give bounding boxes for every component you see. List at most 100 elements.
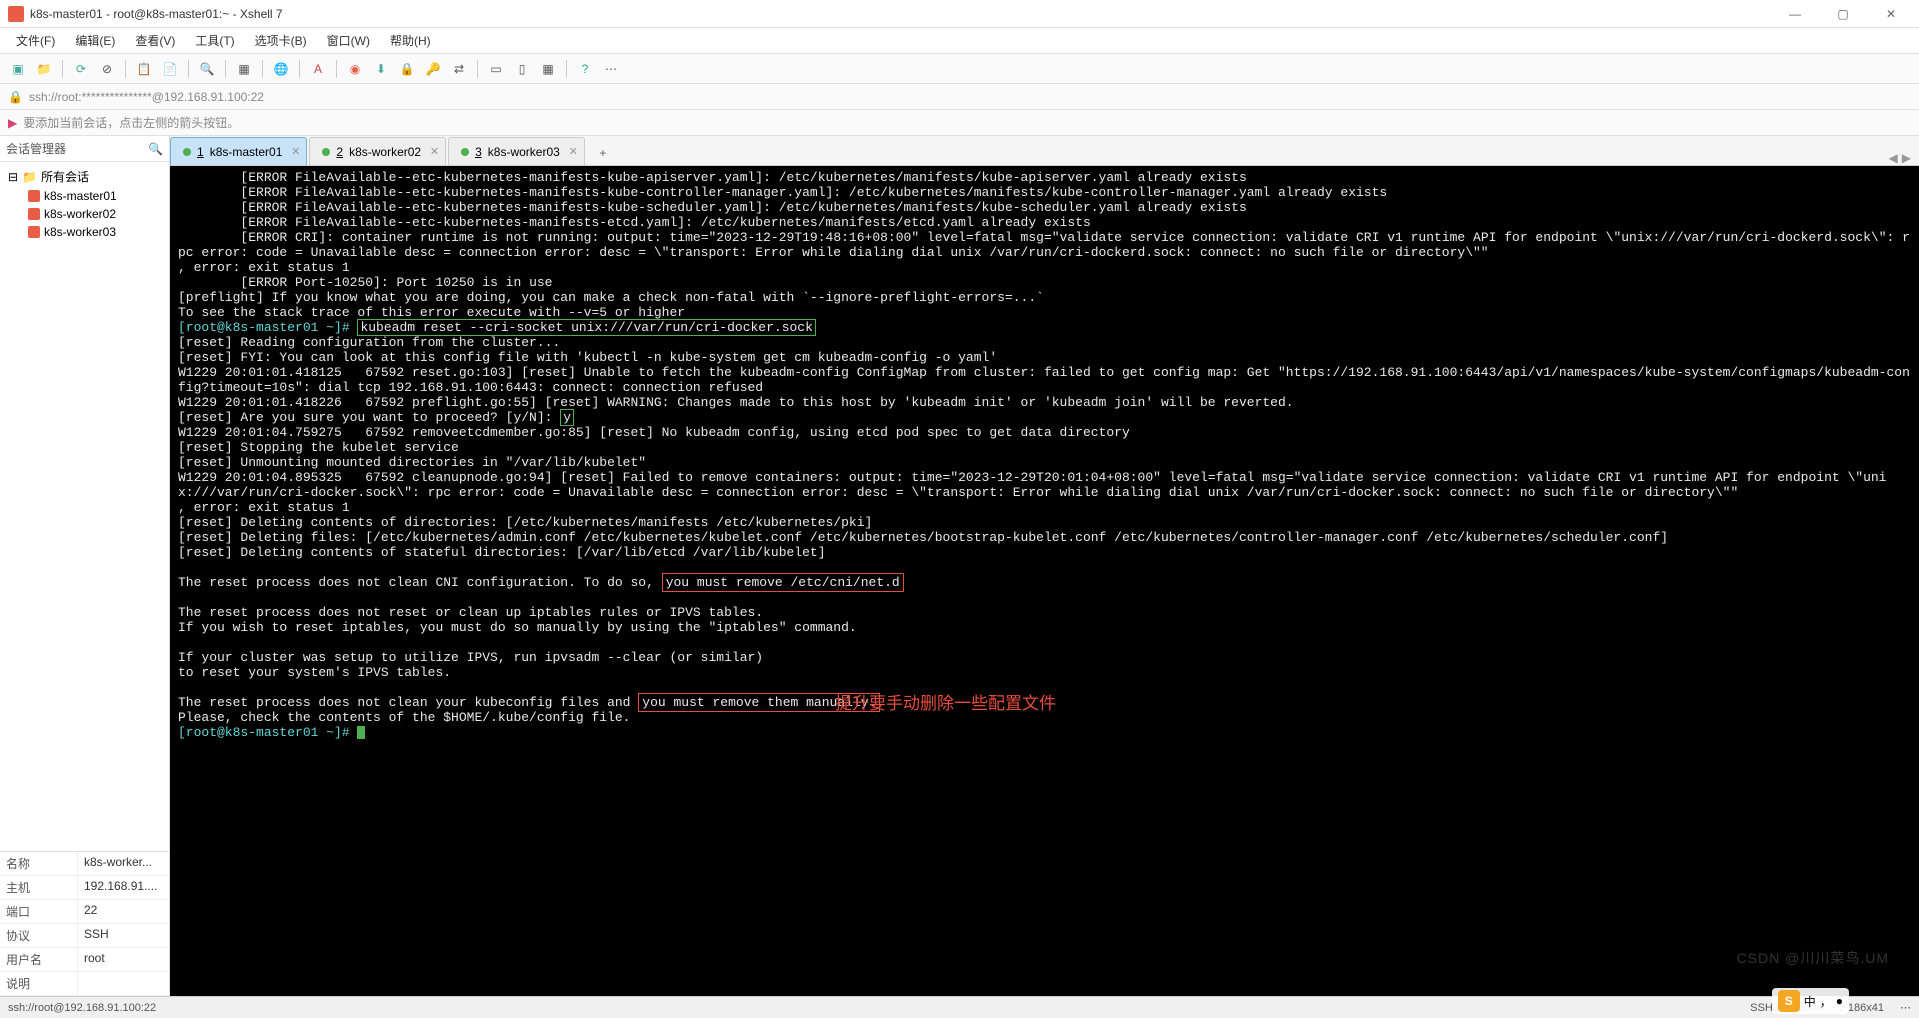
sidebar-title: 会话管理器	[6, 140, 66, 157]
tile-h-icon[interactable]: ▭	[486, 59, 506, 79]
ime-icon[interactable]: S	[1778, 990, 1800, 1012]
font-icon[interactable]: A	[308, 59, 328, 79]
window-title: k8s-master01 - root@k8s-master01:~ - Xsh…	[30, 7, 1775, 21]
prop-value: 22	[78, 900, 169, 923]
flag-icon: ▶	[8, 116, 17, 130]
prop-label: 主机	[0, 876, 78, 899]
menu-bar: 文件(F) 编辑(E) 查看(V) 工具(T) 选项卡(B) 窗口(W) 帮助(…	[0, 28, 1919, 54]
item-label: k8s-worker03	[44, 225, 116, 239]
cursor	[357, 726, 365, 739]
address-bar: 🔒 ssh://root:***************@192.168.91.…	[0, 84, 1919, 110]
prop-value	[78, 972, 169, 995]
terminal[interactable]: [ERROR FileAvailable--etc-kubernetes-man…	[170, 166, 1919, 996]
prop-row: 协议SSH	[0, 924, 169, 948]
status-bar: ssh://root@192.168.91.100:22 SSH2 xterm …	[0, 996, 1919, 1018]
new-session-icon[interactable]: ▣	[8, 59, 28, 79]
tab-label: k8s-master01	[210, 145, 283, 159]
menu-file[interactable]: 文件(F)	[8, 30, 63, 51]
search-icon[interactable]: 🔍	[197, 59, 217, 79]
tab-bar: 1 k8s-master01 ✕ 2 k8s-worker02 ✕ 3 k8s-…	[170, 136, 1919, 166]
folder-icon: 📁	[22, 170, 37, 184]
prop-value: k8s-worker...	[78, 852, 169, 875]
status-dot-icon	[461, 148, 469, 156]
tab-prev-icon[interactable]: ◀	[1889, 151, 1898, 165]
sidebar: 会话管理器 🔍 ⊟ 📁 所有会话 k8s-master01 k8s-worker…	[0, 136, 170, 996]
about-icon[interactable]: ⋯	[601, 59, 621, 79]
close-button[interactable]: ✕	[1871, 4, 1911, 24]
prop-label: 端口	[0, 900, 78, 923]
command-highlight: kubeadm reset --cri-socket unix:///var/r…	[357, 319, 815, 336]
cascade-icon[interactable]: ▦	[538, 59, 558, 79]
content-area: 1 k8s-master01 ✕ 2 k8s-worker02 ✕ 3 k8s-…	[170, 136, 1919, 996]
help-icon[interactable]: ?	[575, 59, 595, 79]
status-dot-icon	[322, 148, 330, 156]
prop-row: 名称k8s-worker...	[0, 852, 169, 876]
tab-close-icon[interactable]: ✕	[291, 145, 300, 158]
prop-value: SSH	[78, 924, 169, 947]
tree-item-master01[interactable]: k8s-master01	[4, 187, 165, 205]
annotation-text: 提升要手动删除一些配置文件	[835, 696, 1056, 711]
tile-v-icon[interactable]: ▯	[512, 59, 532, 79]
menu-tabs[interactable]: 选项卡(B)	[247, 30, 315, 51]
lock-icon: 🔒	[8, 90, 23, 104]
tab-label: k8s-worker02	[349, 145, 421, 159]
status-extra: ⋯	[1900, 1001, 1911, 1014]
key-icon[interactable]: 🔑	[423, 59, 443, 79]
prompt: [root@k8s-master01 ~]#	[178, 320, 357, 335]
tab-close-icon[interactable]: ✕	[569, 145, 578, 158]
answer-highlight: y	[560, 409, 574, 426]
menu-view[interactable]: 查看(V)	[127, 30, 183, 51]
title-bar: k8s-master01 - root@k8s-master01:~ - Xsh…	[0, 0, 1919, 28]
menu-help[interactable]: 帮助(H)	[382, 30, 439, 51]
disconnect-icon[interactable]: ⊘	[97, 59, 117, 79]
open-icon[interactable]: 📁	[34, 59, 54, 79]
menu-tools[interactable]: 工具(T)	[187, 30, 242, 51]
tab-next-icon[interactable]: ▶	[1902, 151, 1911, 165]
tab-nav: ◀ ▶	[1881, 151, 1919, 165]
minimize-button[interactable]: —	[1775, 4, 1815, 24]
prop-value: root	[78, 948, 169, 971]
tree-item-worker02[interactable]: k8s-worker02	[4, 205, 165, 223]
reconnect-icon[interactable]: ⟳	[71, 59, 91, 79]
tab-num: 2	[336, 145, 343, 159]
tab-master01[interactable]: 1 k8s-master01 ✕	[170, 137, 307, 165]
terminal-output: W1229 20:01:04.759275 67592 removeetcdme…	[178, 425, 1886, 590]
add-tab-button[interactable]: +	[591, 141, 615, 165]
properties-icon[interactable]: ▦	[234, 59, 254, 79]
xagent-icon[interactable]: ◉	[345, 59, 365, 79]
warning-highlight: you must remove /etc/cni/net.d	[662, 573, 904, 592]
xftp-icon[interactable]: ⬇	[371, 59, 391, 79]
tree-root[interactable]: ⊟ 📁 所有会话	[4, 166, 165, 187]
main-area: 会话管理器 🔍 ⊟ 📁 所有会话 k8s-master01 k8s-worker…	[0, 136, 1919, 996]
lock-icon[interactable]: 🔒	[397, 59, 417, 79]
tree-item-worker03[interactable]: k8s-worker03	[4, 223, 165, 241]
item-label: k8s-master01	[44, 189, 117, 203]
sidebar-search-icon[interactable]: 🔍	[148, 142, 163, 156]
prop-label: 说明	[0, 972, 78, 995]
transfer-icon[interactable]: ⇄	[449, 59, 469, 79]
host-icon	[28, 208, 40, 220]
status-connection: ssh://root@192.168.91.100:22	[8, 1002, 1750, 1014]
sidebar-header: 会话管理器 🔍	[0, 136, 169, 162]
maximize-button[interactable]: ▢	[1823, 4, 1863, 24]
ime-punct[interactable]: ，	[1820, 993, 1832, 1010]
root-label: 所有会话	[41, 168, 89, 185]
ime-lang[interactable]: 中	[1804, 993, 1816, 1010]
prop-value: 192.168.91....	[78, 876, 169, 899]
host-icon	[28, 190, 40, 202]
address-text[interactable]: ssh://root:***************@192.168.91.10…	[29, 90, 264, 104]
menu-window[interactable]: 窗口(W)	[319, 30, 378, 51]
copy-icon[interactable]: 📋	[134, 59, 154, 79]
menu-edit[interactable]: 编辑(E)	[67, 30, 123, 51]
prop-label: 名称	[0, 852, 78, 875]
window-controls: — ▢ ✕	[1775, 4, 1911, 24]
tab-close-icon[interactable]: ✕	[430, 145, 439, 158]
watermark: CSDN @川川菜鸟.UM	[1737, 951, 1889, 966]
prop-row: 用户名root	[0, 948, 169, 972]
terminal-output: [reset] Reading configuration from the c…	[178, 335, 1910, 425]
globe-icon[interactable]: 🌐	[271, 59, 291, 79]
tab-worker03[interactable]: 3 k8s-worker03 ✕	[448, 137, 585, 165]
ime-full[interactable]: ●	[1836, 994, 1843, 1008]
paste-icon[interactable]: 📄	[160, 59, 180, 79]
tab-worker02[interactable]: 2 k8s-worker02 ✕	[309, 137, 446, 165]
